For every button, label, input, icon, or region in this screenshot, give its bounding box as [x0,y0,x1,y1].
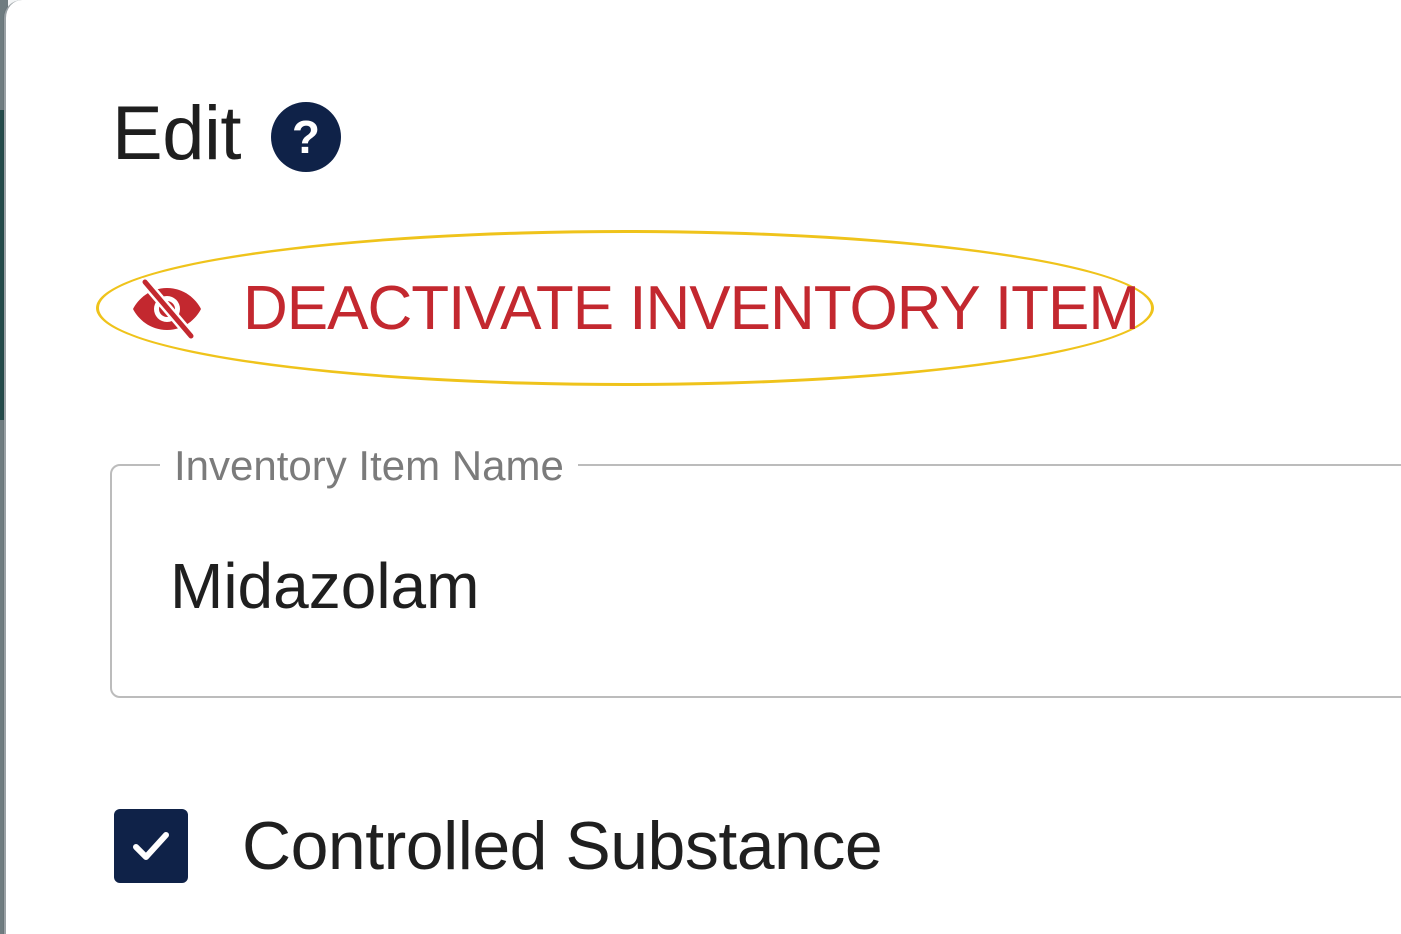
eye-off-icon [133,278,201,340]
dialog-header: Edit ? [112,94,341,174]
checkmark-icon [133,832,169,860]
inventory-item-name-field[interactable]: Inventory Item Name Midazolam [110,442,1401,698]
deactivate-inventory-item-button[interactable]: DEACTIVATE INVENTORY ITEM [131,274,1140,343]
controlled-substance-checkbox[interactable] [114,809,188,883]
help-circle-icon[interactable]: ? [270,102,341,172]
controlled-substance-label: Controlled Substance [242,808,883,884]
inventory-item-name-label: Inventory Item Name [160,442,578,490]
controlled-substance-option[interactable]: Controlled Substance [114,806,883,886]
deactivate-label: DEACTIVATE INVENTORY ITEM [243,274,1140,343]
help-icon-glyph: ? [291,111,321,163]
dialog-title: Edit [112,91,241,176]
viewport: Edit ? DEACTIVATE INVENTORY ITEM Invento… [0,0,1401,934]
inventory-item-name-value[interactable]: Midazolam [170,554,479,618]
